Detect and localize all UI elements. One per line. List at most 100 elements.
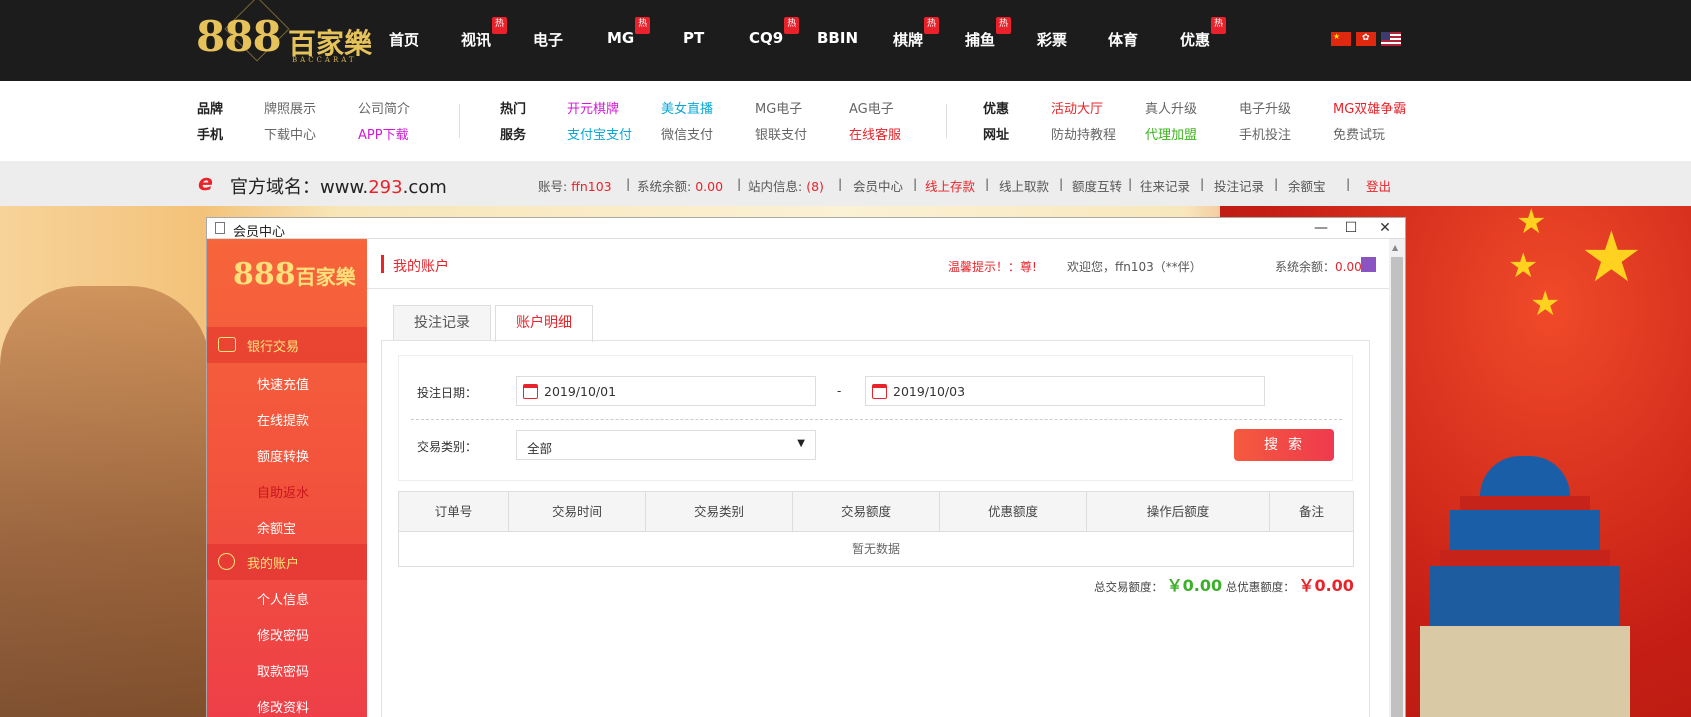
divider [946, 104, 947, 138]
link-app-download[interactable]: APP下载 [358, 124, 409, 143]
flag-hk-icon[interactable] [1356, 32, 1376, 46]
link-mobile-bet[interactable]: 手机投注 [1239, 124, 1291, 143]
nav-bbin[interactable]: BBIN [817, 29, 858, 47]
window-title: 会员中心 [233, 225, 286, 240]
link-online-deposit[interactable]: 线上存款 [925, 176, 975, 195]
link-event-hall[interactable]: 活动大厅 [1051, 98, 1103, 117]
sidebar-item-withdraw-password[interactable]: 取款密码 [257, 661, 309, 680]
sidebar-logo: 888百家樂 [233, 257, 356, 292]
date-to-input[interactable]: 2019/10/03 [865, 376, 1265, 406]
maximize-button[interactable]: ☐ [1337, 218, 1365, 239]
temple-image [1420, 456, 1630, 717]
date-separator: - [837, 384, 842, 398]
link-alipay[interactable]: 支付宝支付 [567, 124, 632, 143]
message-icon[interactable] [1361, 257, 1376, 272]
nav-lottery[interactable]: 彩票 [1037, 29, 1067, 50]
link-bet-record[interactable]: 投注记录 [1214, 176, 1264, 195]
sidebar-item-edit-info[interactable]: 修改资料 [257, 697, 309, 716]
date-label: 投注日期： [417, 386, 478, 400]
calendar-icon [523, 384, 538, 399]
welcome-text: 欢迎您，ffn103（**伴） [1067, 260, 1202, 274]
tab-account-details[interactable]: 账户明细 [495, 305, 593, 342]
link-yuebao[interactable]: 余额宝 [1288, 176, 1326, 195]
submenu-brand-label: 品牌 [197, 102, 224, 117]
link-kaiyuan[interactable]: 开元棋牌 [567, 98, 619, 117]
site-messages[interactable]: 站内信息: (8) [748, 176, 824, 195]
member-sidebar: 888百家樂 银行交易 快速充值 在线提款 额度转换 自助返水 余额宝 我的账户… [207, 239, 367, 717]
sidebar-item-transfer[interactable]: 额度转换 [257, 446, 309, 465]
dropdown-arrow-icon: ▼ [797, 438, 805, 449]
flag-cn-icon[interactable] [1331, 32, 1351, 46]
nav-chess[interactable]: 棋牌热 [893, 17, 940, 50]
link-download[interactable]: 下载中心 [264, 124, 316, 143]
logo-number: 888 [196, 12, 282, 61]
link-real-upgrade[interactable]: 真人升级 [1145, 98, 1197, 117]
section-my-account[interactable]: 我的账户 [207, 544, 367, 580]
link-license[interactable]: 牌照展示 [264, 98, 316, 117]
link-online-withdraw[interactable]: 线上取款 [999, 176, 1049, 195]
sidebar-item-change-password[interactable]: 修改密码 [257, 625, 309, 644]
type-label: 交易类别： [417, 440, 478, 454]
logout-link[interactable]: 登出 [1366, 176, 1391, 195]
star-icon: ★ [1580, 216, 1643, 298]
link-elec-upgrade[interactable]: 电子升级 [1239, 98, 1291, 117]
link-wechat[interactable]: 微信支付 [661, 124, 713, 143]
brand-logo[interactable]: 888 百家樂 BACCARAT [196, 0, 380, 74]
details-panel: 投注日期： 2019/10/01 - 2019/10/03 交易类别： 全部 ▼… [381, 340, 1370, 717]
link-member-center[interactable]: 会员中心 [853, 176, 903, 195]
nav-sports[interactable]: 体育 [1108, 29, 1138, 50]
nav-live[interactable]: 视讯热 [461, 17, 508, 50]
link-agent[interactable]: 代理加盟 [1145, 124, 1197, 143]
close-button[interactable]: ✕ [1371, 218, 1399, 239]
link-customer-service[interactable]: 在线客服 [849, 124, 901, 143]
total-trade-label: 总交易额度： [1094, 580, 1163, 594]
nav-cq9[interactable]: CQ9 热 [749, 17, 800, 47]
nav-pt[interactable]: PT [683, 29, 704, 47]
calendar-icon [872, 384, 887, 399]
sidebar-item-rebate[interactable]: 自助返水 [257, 482, 309, 501]
link-mg[interactable]: MG电子 [755, 98, 802, 117]
ie-icon: e [198, 171, 213, 196]
vertical-scrollbar[interactable]: ▲ [1389, 239, 1405, 717]
scrollbar-thumb[interactable] [1391, 257, 1403, 717]
nav-fishing[interactable]: 捕鱼热 [965, 17, 1012, 50]
link-anti-hijack[interactable]: 防劫持教程 [1051, 124, 1116, 143]
nav-promo[interactable]: 优惠热 [1180, 17, 1227, 50]
link-history[interactable]: 往来记录 [1140, 176, 1190, 195]
link-ag[interactable]: AG电子 [849, 98, 894, 117]
link-transfer[interactable]: 额度互转 [1072, 176, 1122, 195]
table-header: 订单号 交易时间 交易类别 交易额度 优惠额度 操作后额度 备注 [399, 492, 1353, 532]
star-icon: ★ [1508, 246, 1539, 286]
scroll-up-icon[interactable]: ▲ [1392, 243, 1398, 252]
tab-bet-records[interactable]: 投注记录 [393, 305, 491, 341]
submenu-site-label: 网址 [983, 128, 1010, 143]
section-bank-transaction[interactable]: 银行交易 [207, 327, 367, 363]
sidebar-item-quick-deposit[interactable]: 快速充值 [257, 374, 309, 393]
minimize-button[interactable]: — [1307, 218, 1335, 239]
sidebar-item-yuebao[interactable]: 余额宝 [257, 518, 296, 537]
date-from-input[interactable]: 2019/10/01 [516, 376, 816, 406]
sidebar-item-profile[interactable]: 个人信息 [257, 589, 309, 608]
star-icon: ★ [1516, 202, 1547, 242]
nav-home[interactable]: 首页 [389, 29, 419, 50]
total-trade-amount: ￥0.00 [1166, 576, 1223, 595]
column-header: 交易时间 [509, 492, 646, 532]
link-live[interactable]: 美女直播 [661, 98, 713, 117]
link-unionpay[interactable]: 银联支付 [755, 124, 807, 143]
account-info: 账号: ffn103 [538, 179, 612, 194]
column-header: 订单号 [399, 492, 509, 532]
link-about[interactable]: 公司简介 [358, 98, 410, 117]
flag-us-icon[interactable] [1381, 32, 1401, 46]
window-titlebar[interactable]: 会员中心 — ☐ ✕ [207, 218, 1405, 240]
total-promo-amount: ￥0.00 [1298, 576, 1354, 595]
transaction-type-select[interactable]: 全部 ▼ [516, 430, 816, 460]
member-center-window: 会员中心 — ☐ ✕ 888百家樂 银行交易 快速充值 在线提款 额度转换 自助… [206, 217, 1406, 717]
sidebar-item-withdraw[interactable]: 在线提款 [257, 410, 309, 429]
column-header: 操作后额度 [1087, 492, 1270, 532]
nav-electronic[interactable]: 电子 [533, 29, 563, 50]
link-free-trial[interactable]: 免费试玩 [1333, 124, 1385, 143]
search-button[interactable]: 搜索 [1234, 429, 1334, 461]
nav-mg[interactable]: MG 热 [607, 17, 651, 47]
link-mg-battle[interactable]: MG双雄争霸 [1333, 98, 1406, 117]
submenu-promo-label: 优惠 [983, 102, 1010, 117]
